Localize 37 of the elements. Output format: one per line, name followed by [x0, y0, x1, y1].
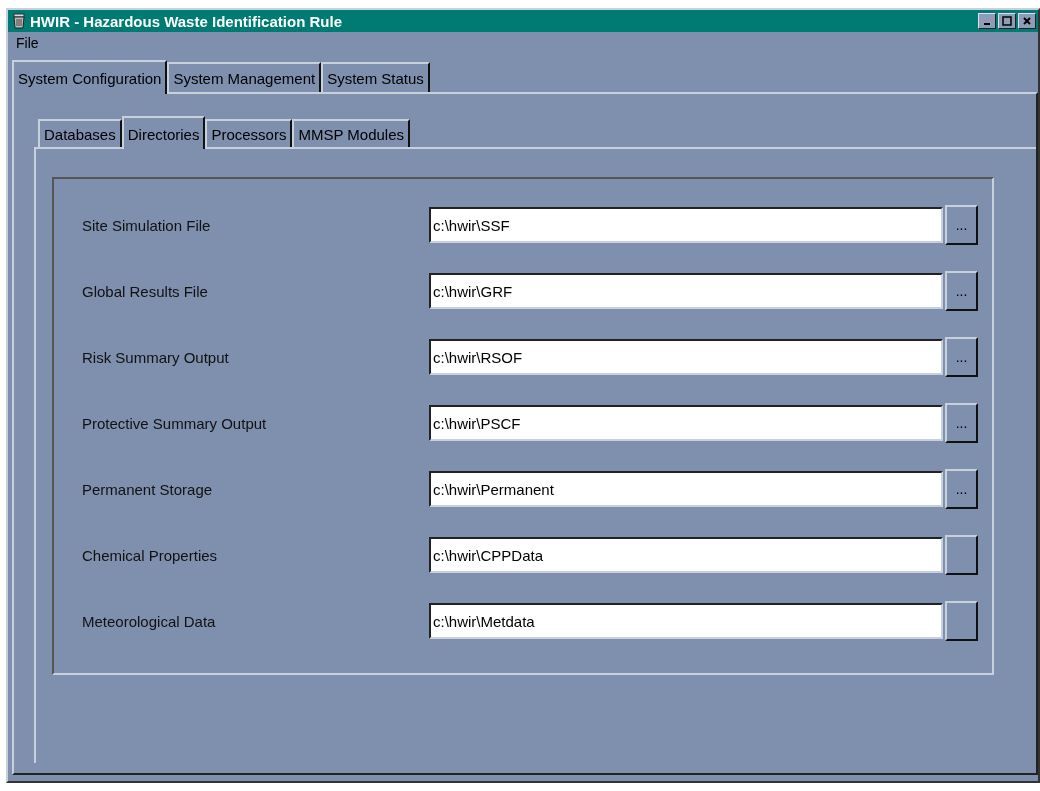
browse-button[interactable]: ...: [945, 469, 978, 509]
blank-button[interactable]: [945, 535, 978, 575]
field-label: Risk Summary Output: [82, 348, 230, 366]
field-label: Protective Summary Output: [82, 414, 268, 432]
blank-button[interactable]: [945, 601, 978, 641]
minimize-icon: [984, 23, 990, 25]
tab[interactable]: Processors: [205, 119, 293, 147]
trash-can-icon: [12, 13, 26, 29]
maximize-icon: [1002, 16, 1012, 26]
minimize-button[interactable]: [978, 13, 996, 29]
field-label: Meteorological Data: [82, 612, 217, 630]
browse-button[interactable]: ...: [945, 403, 978, 443]
window-title: HWIR - Hazardous Waste Identification Rule: [30, 12, 343, 30]
input-field[interactable]: c:\hwir\Metdata: [429, 603, 943, 639]
maximize-button[interactable]: [998, 13, 1016, 29]
field-label: Chemical Properties: [82, 546, 219, 564]
browse-button[interactable]: ...: [945, 271, 978, 311]
field-label: Global Results File: [82, 282, 209, 300]
field-label: Permanent Storage: [82, 480, 214, 498]
input-field[interactable]: c:\hwir\RSOF: [429, 339, 943, 375]
tab[interactable]: System Management: [167, 62, 322, 92]
input-field[interactable]: c:\hwir\PSCF: [429, 405, 943, 441]
browse-button[interactable]: ...: [945, 337, 978, 377]
menu-item[interactable]: File: [16, 35, 39, 51]
tab[interactable]: System Configuration: [12, 60, 168, 94]
tab[interactable]: Directories: [121, 116, 206, 149]
close-button[interactable]: [1018, 13, 1036, 29]
input-field[interactable]: c:\hwir\CPPData: [429, 537, 943, 573]
input-field[interactable]: c:\hwir\Permanent: [429, 471, 943, 507]
field-label: Site Simulation File: [82, 216, 212, 234]
tab[interactable]: Databases: [38, 119, 122, 147]
tab[interactable]: System Status: [321, 62, 430, 92]
browse-button[interactable]: ...: [945, 205, 978, 245]
input-field[interactable]: c:\hwir\SSF: [429, 207, 943, 243]
close-icon: [1022, 16, 1032, 26]
input-field[interactable]: c:\hwir\GRF: [429, 273, 943, 309]
tab[interactable]: MMSP Modules: [292, 119, 411, 147]
